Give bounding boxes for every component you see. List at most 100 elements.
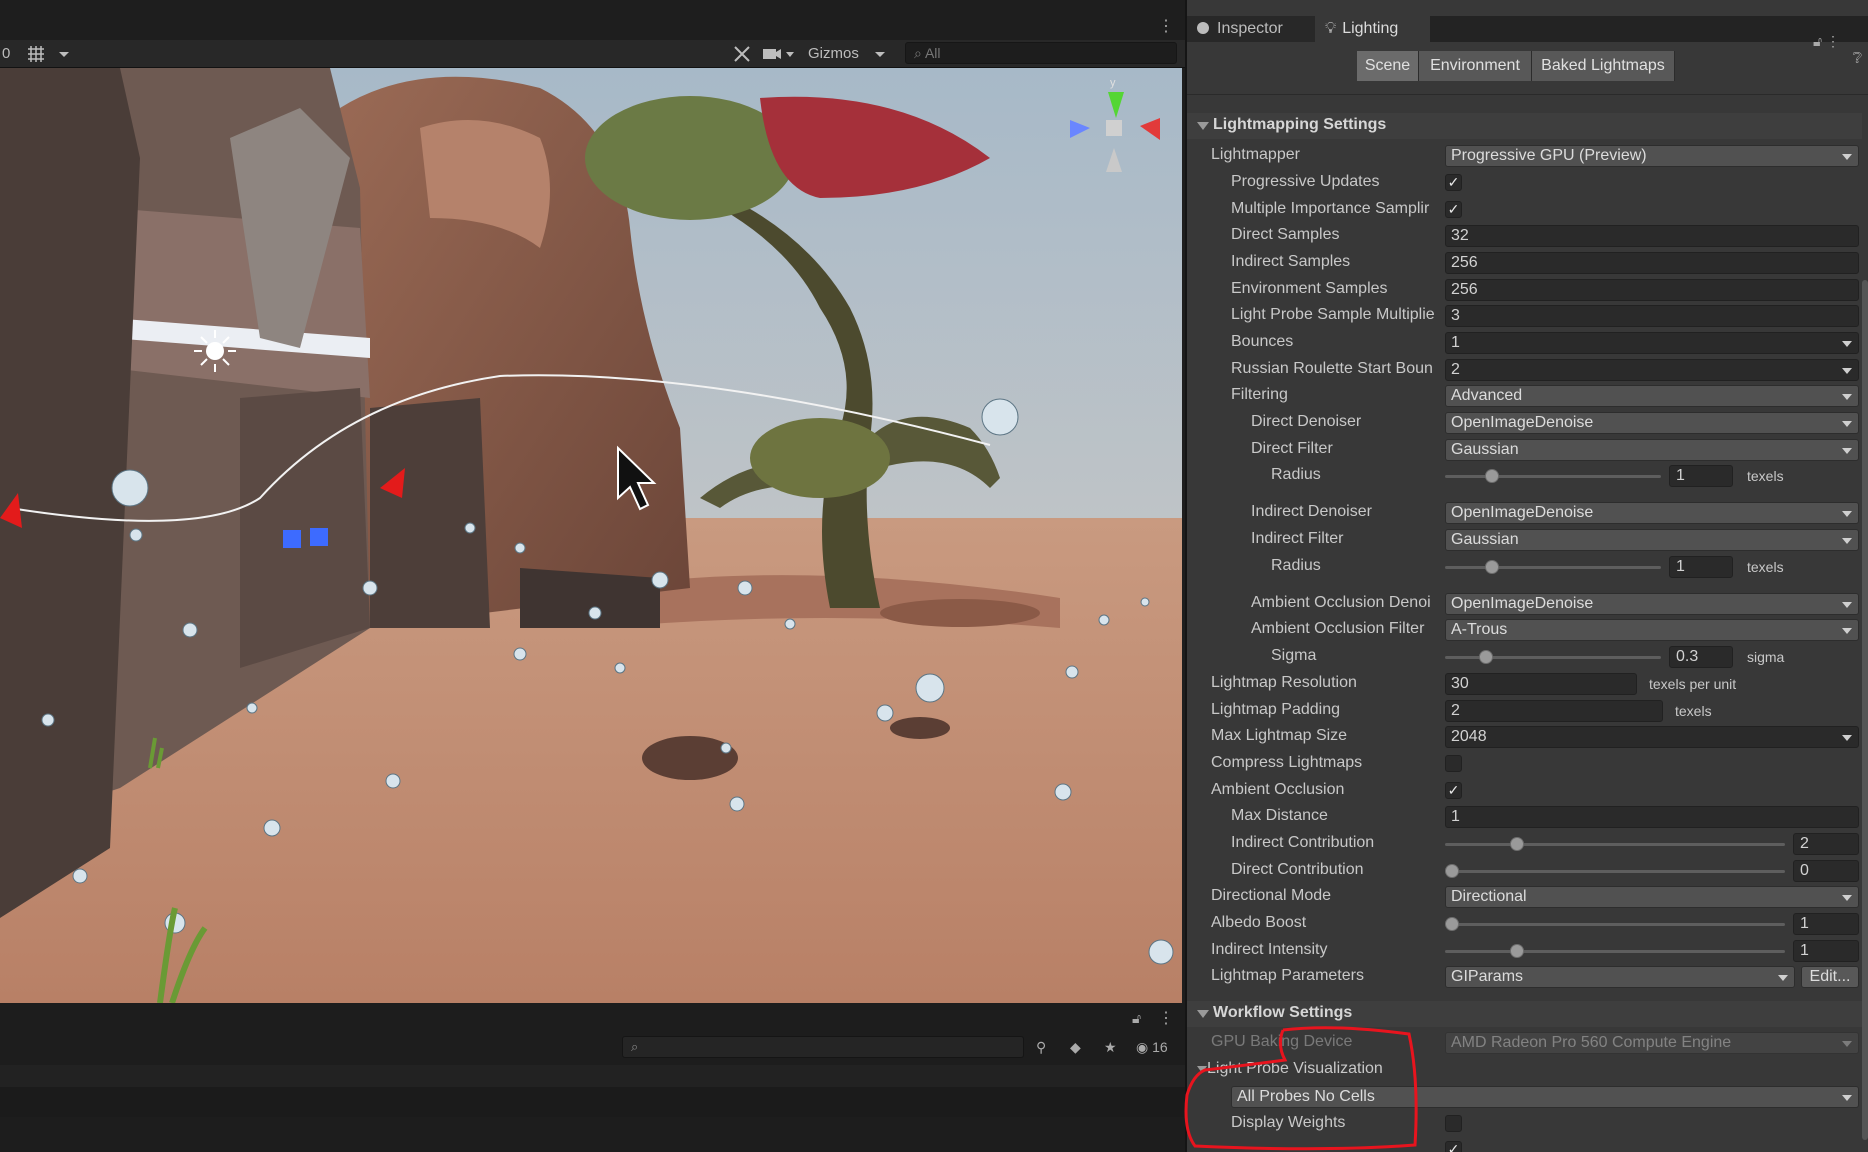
workflow-settings-header[interactable]: Workflow Settings: [1187, 1001, 1862, 1027]
chevron-down-icon: [1842, 511, 1852, 517]
more-options-icon-2[interactable]: ⋮: [1158, 1008, 1174, 1028]
building-wall: [110, 208, 370, 398]
edit-parameters-button[interactable]: Edit...: [1801, 966, 1859, 988]
direct-radius-slider[interactable]: [1445, 475, 1661, 478]
layer-counter: 0: [2, 45, 11, 62]
chevron-down-icon: [1842, 628, 1852, 634]
slider-thumb[interactable]: [1445, 917, 1459, 931]
lightmap-parameters-dropdown[interactable]: GIParams: [1445, 966, 1795, 988]
chevron-down-icon: [1778, 975, 1788, 981]
sigma-slider[interactable]: [1445, 656, 1661, 659]
star-icon[interactable]: ★: [1104, 1036, 1117, 1058]
indirect-intensity-input[interactable]: 1: [1793, 940, 1859, 962]
max-distance-input[interactable]: 1: [1445, 806, 1859, 828]
ambient-occlusion-checkbox[interactable]: ✓: [1445, 782, 1462, 799]
unit-label: sigma: [1747, 649, 1785, 665]
indirect-denoiser-dropdown[interactable]: OpenImageDenoise: [1445, 502, 1859, 524]
max-lightmap-size-dropdown[interactable]: 2048: [1445, 726, 1859, 748]
direct-denoiser-dropdown[interactable]: OpenImageDenoise: [1445, 412, 1859, 434]
indirect-radius-input[interactable]: 1: [1669, 556, 1733, 578]
subtab-scene[interactable]: Scene: [1357, 51, 1419, 81]
albedo-boost-input[interactable]: 1: [1793, 913, 1859, 935]
more-options-icon[interactable]: ⋮: [1158, 16, 1174, 36]
indirect-radius-slider[interactable]: [1445, 566, 1661, 569]
help-icon[interactable]: ❔︎: [1853, 50, 1862, 67]
slider-thumb[interactable]: [1510, 944, 1525, 958]
inspector-scrollbar[interactable]: [1862, 280, 1868, 1140]
progressive-updates-checkbox[interactable]: ✓: [1445, 174, 1462, 191]
indirect-samples-input[interactable]: 256: [1445, 252, 1859, 274]
crate: [520, 568, 660, 628]
indirect-filter-dropdown[interactable]: Gaussian: [1445, 529, 1859, 551]
indirect-intensity-slider[interactable]: [1445, 950, 1785, 953]
chevron-down-icon[interactable]: [58, 44, 70, 64]
slider-thumb[interactable]: [1479, 650, 1494, 664]
field-label: Indirect Denoiser: [1251, 503, 1372, 520]
search-icon: ⌕: [914, 45, 922, 61]
row-light-probe-visualization[interactable]: Light Probe Visualization: [1187, 1058, 1862, 1082]
field-label: Multiple Importance Samplir: [1231, 200, 1430, 217]
camera-icon[interactable]: [762, 44, 794, 64]
tab-lighting[interactable]: 💡︎ Lighting: [1315, 16, 1430, 42]
mis-checkbox[interactable]: ✓: [1445, 201, 1462, 218]
row-indirect-contribution: Indirect Contribution 2: [1187, 832, 1862, 856]
light-probe-mode-dropdown[interactable]: All Probes No Cells: [1231, 1086, 1859, 1108]
scene-search-placeholder: All: [924, 45, 941, 61]
environment-samples-input[interactable]: 256: [1445, 279, 1859, 301]
row-lightmapper: Lightmapper Progressive GPU (Preview): [1187, 144, 1862, 168]
gizmos-dropdown-icon[interactable]: [874, 44, 886, 64]
direct-samples-input[interactable]: 32: [1445, 225, 1859, 247]
partial-checkbox[interactable]: ✓: [1445, 1141, 1462, 1152]
lock-icon[interactable]: 🔓︎ ⋮: [1813, 33, 1840, 50]
visibility-icon[interactable]: ◉ 16: [1136, 1036, 1168, 1058]
directional-mode-dropdown[interactable]: Directional: [1445, 886, 1859, 908]
lightmapper-dropdown[interactable]: Progressive GPU (Preview): [1445, 145, 1859, 167]
lightmapping-settings-header[interactable]: Lightmapping Settings: [1187, 113, 1862, 139]
slider-thumb[interactable]: [1510, 837, 1525, 851]
subtab-environment[interactable]: Environment: [1419, 51, 1532, 81]
light-probe-multiplier-input[interactable]: 3: [1445, 305, 1859, 327]
direct-radius-input[interactable]: 1: [1669, 465, 1733, 487]
lightmap-resolution-input[interactable]: 30: [1445, 673, 1637, 695]
bounces-dropdown[interactable]: 1: [1445, 332, 1859, 354]
filtering-dropdown[interactable]: Advanced: [1445, 385, 1859, 407]
lightmap-padding-input[interactable]: 2: [1445, 700, 1663, 722]
ground-rock-2: [890, 717, 950, 739]
field-label: Direct Denoiser: [1251, 413, 1362, 430]
grid-snapping-icon[interactable]: [26, 44, 46, 64]
row-indirect-denoiser: Indirect Denoiser OpenImageDenoise: [1187, 501, 1862, 525]
russian-roulette-dropdown[interactable]: 2: [1445, 359, 1859, 381]
hierarchy-search-input[interactable]: ⌕: [622, 1036, 1024, 1058]
gizmos-button[interactable]: Gizmos: [808, 44, 859, 64]
chevron-down-icon: [1842, 538, 1852, 544]
indirect-contribution-input[interactable]: 2: [1793, 833, 1859, 855]
direct-filter-dropdown[interactable]: Gaussian: [1445, 439, 1859, 461]
field-label: Light Probe Sample Multiplie: [1231, 306, 1435, 323]
field-label: Max Distance: [1231, 807, 1328, 824]
lock-icon[interactable]: 🔓︎: [1132, 1010, 1141, 1027]
scene-viewport[interactable]: y: [0, 68, 1182, 1003]
ao-denoiser-dropdown[interactable]: OpenImageDenoise: [1445, 593, 1859, 615]
compress-lightmaps-checkbox[interactable]: [1445, 755, 1462, 772]
direct-contribution-slider[interactable]: [1445, 870, 1785, 873]
field-label: Display Weights: [1231, 1114, 1346, 1131]
tools-icon[interactable]: [732, 44, 752, 64]
row-filtering: Filtering Advanced: [1187, 384, 1862, 408]
subtab-baked-lightmaps[interactable]: Baked Lightmaps: [1532, 51, 1675, 81]
slider-thumb[interactable]: [1485, 469, 1500, 483]
chevron-down-icon: [1842, 341, 1852, 347]
slider-thumb[interactable]: [1485, 560, 1500, 574]
scene-search-input[interactable]: ⌕ All: [905, 42, 1177, 64]
sigma-input[interactable]: 0.3: [1669, 646, 1733, 668]
tab-inspector[interactable]: Inspector: [1187, 16, 1315, 42]
ao-filter-dropdown[interactable]: A-Trous: [1445, 619, 1859, 641]
building-door: [240, 388, 370, 668]
albedo-boost-slider[interactable]: [1445, 923, 1785, 926]
display-weights-checkbox[interactable]: [1445, 1115, 1462, 1132]
tag-icon[interactable]: ◆: [1070, 1036, 1081, 1058]
slider-thumb[interactable]: [1445, 864, 1459, 878]
indirect-contribution-slider[interactable]: [1445, 843, 1785, 846]
row-sigma: Sigma 0.3 sigma: [1187, 645, 1862, 669]
direct-contribution-input[interactable]: 0: [1793, 860, 1859, 882]
filter-icon[interactable]: ⚲: [1036, 1036, 1046, 1058]
